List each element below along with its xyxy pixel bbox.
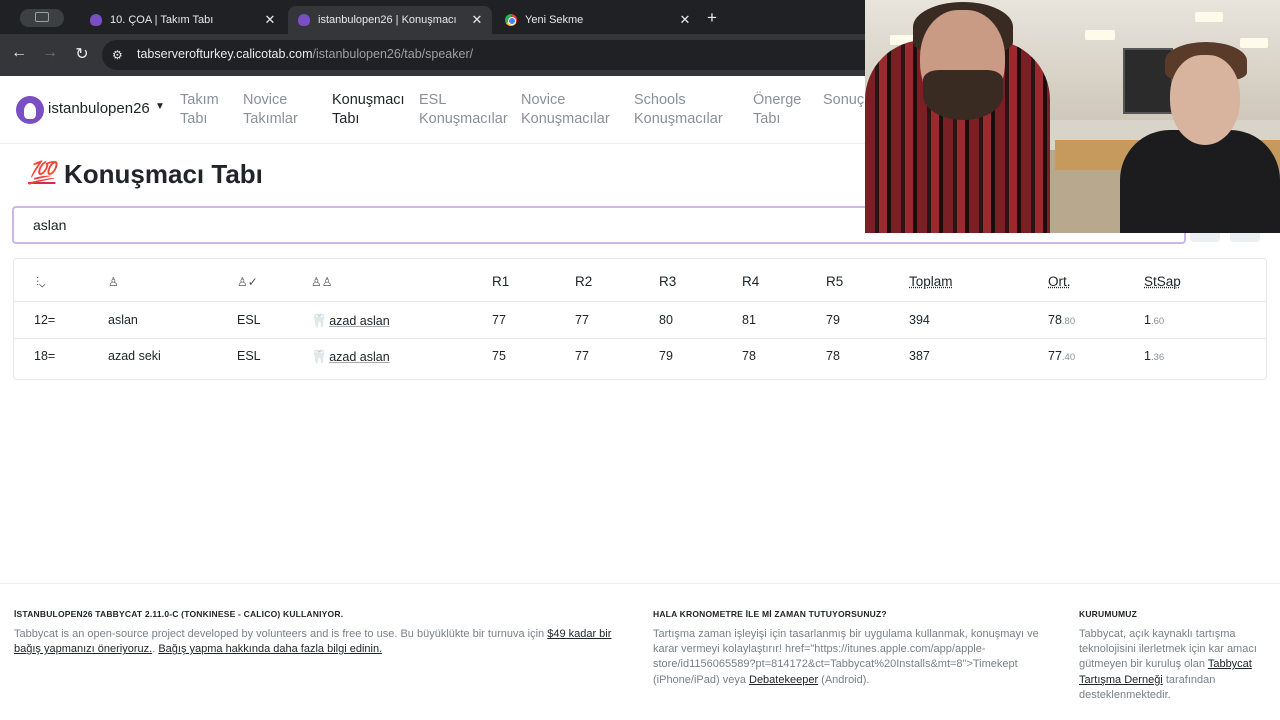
cell-r3: 79 (659, 349, 673, 363)
cell-category: ESL (237, 349, 261, 363)
cell-stdev: 1.36 (1144, 349, 1165, 363)
reload-icon[interactable]: ↻ (72, 44, 92, 64)
caret-down-icon[interactable]: ▼ (155, 101, 165, 112)
footer-donation-text: Tabbycat is an open-source project devel… (14, 628, 612, 656)
close-icon[interactable]: ✕ (678, 12, 692, 28)
people-icon[interactable]: ♙♙ (311, 275, 333, 289)
tooth-emoji-icon: 🦷 (311, 349, 328, 364)
col-r5[interactable]: R5 (826, 274, 843, 289)
table-divider (14, 338, 1266, 339)
tab-title: istanbulopen26 | Konuşmacı (318, 14, 457, 26)
cell-r4: 81 (742, 313, 756, 327)
cell-team[interactable]: 🦷 azad aslan (311, 349, 390, 365)
nav-schools-speakers[interactable]: Schools Konuşmacılar (634, 91, 723, 129)
back-arrow-icon[interactable]: ← (9, 44, 29, 62)
nav-novice-teams[interactable]: Novice Takımlar (243, 91, 298, 129)
cell-total: 387 (909, 349, 930, 363)
cell-speaker-name: aslan (108, 313, 138, 327)
footer-org-heading: KURUMUMUZ (1079, 609, 1137, 619)
cell-r1: 75 (492, 349, 506, 363)
cell-average: 78.80 (1048, 313, 1076, 327)
chrome-favicon-icon (505, 14, 517, 26)
col-r2[interactable]: R2 (575, 274, 592, 289)
profile-icon (35, 12, 49, 22)
tooth-emoji-icon: 🦷 (311, 313, 328, 328)
person-check-icon[interactable]: ♙✓ (237, 275, 258, 289)
tabbycat-logo-icon[interactable] (16, 96, 44, 124)
cell-speaker-name: azad seki (108, 349, 161, 363)
person-icon[interactable]: ♙ (108, 275, 119, 289)
nav-team-tab[interactable]: Takım Tabı (180, 91, 219, 129)
table-divider (14, 301, 1266, 302)
donation-info-link[interactable]: Bağış yapma hakkında daha fazla bilgi ed… (158, 643, 382, 655)
col-average[interactable]: Ort. (1048, 274, 1071, 289)
cell-r4: 78 (742, 349, 756, 363)
cell-r5: 79 (826, 313, 840, 327)
cell-r2: 77 (575, 349, 589, 363)
cell-r2: 77 (575, 313, 589, 327)
browser-tab-2[interactable]: istanbulopen26 | Konuşmacı ✕ (288, 6, 492, 34)
browser-tab-1[interactable]: 10. ÇOA | Takım Tabı ✕ (80, 6, 285, 34)
cell-category: ESL (237, 313, 261, 327)
nav-esl-speakers[interactable]: ESL Konuşmacılar (419, 91, 508, 129)
url-text[interactable]: tabserverofturkey.calicotab.com/istanbul… (137, 47, 473, 61)
site-settings-icon[interactable]: ⚙ (112, 48, 126, 62)
webcam-video-overlay (865, 0, 1280, 233)
cell-r1: 77 (492, 313, 506, 327)
nav-novice-speakers[interactable]: Novice Konuşmacılar (521, 91, 610, 129)
cell-total: 394 (909, 313, 930, 327)
col-r1[interactable]: R1 (492, 274, 509, 289)
cell-r5: 78 (826, 349, 840, 363)
new-tab-plus-icon[interactable]: + (707, 8, 717, 28)
close-icon[interactable]: ✕ (263, 12, 277, 28)
close-icon[interactable]: ✕ (470, 12, 484, 28)
footer-timer-text: Tartışma zaman işleyişi için tasarlanmış… (653, 628, 1039, 686)
cell-average: 77.40 (1048, 349, 1076, 363)
footer-timer-heading: HALA KRONOMETRE İLE Mİ ZAMAN TUTUYORSUNU… (653, 609, 887, 619)
col-stdev[interactable]: StSap (1144, 274, 1181, 289)
col-r4[interactable]: R4 (742, 274, 759, 289)
browser-tab-3[interactable]: Yeni Sekme ✕ (495, 6, 700, 34)
nav-results[interactable]: Sonuç (823, 91, 864, 110)
footer-org-text: Tabbycat, açık kaynaklı tartışma teknolo… (1079, 628, 1257, 701)
tournament-brand[interactable]: istanbulopen26 (48, 100, 150, 117)
tab-title: Yeni Sekme (525, 14, 584, 26)
cell-r3: 80 (659, 313, 673, 327)
cell-rank: 18= (34, 349, 56, 363)
cell-rank: 12= (34, 313, 56, 327)
col-total[interactable]: Toplam (909, 274, 953, 289)
hundred-points-icon: 💯 (28, 160, 56, 185)
nav-speaker-tab[interactable]: Konuşmacı Tabı (332, 91, 405, 129)
speaker-table (13, 258, 1267, 380)
tabbycat-favicon-icon (298, 14, 310, 26)
tabbycat-favicon-icon (90, 14, 102, 26)
rank-sort-icon[interactable]: ⫶⌄ (36, 275, 45, 290)
col-r3[interactable]: R3 (659, 274, 676, 289)
cell-team[interactable]: 🦷 azad aslan (311, 313, 390, 329)
debatekeeper-link[interactable]: Debatekeeper (749, 674, 818, 686)
cell-stdev: 1.60 (1144, 313, 1165, 327)
forward-arrow-icon[interactable]: → (40, 44, 60, 62)
page-title: Konuşmacı Tabı (64, 159, 263, 189)
nav-motion-tab[interactable]: Önerge Tabı (753, 91, 801, 129)
footer-version-heading: İSTANBULOPEN26 TABBYCAT 2.11.0-C (TONKIN… (14, 609, 344, 619)
tab-title: 10. ÇOA | Takım Tabı (110, 14, 214, 26)
